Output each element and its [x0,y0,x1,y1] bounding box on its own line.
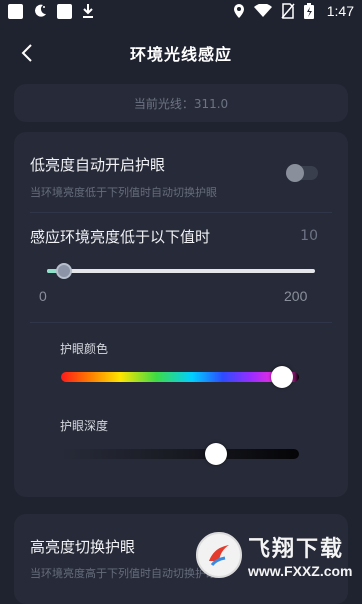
watermark-text: 飞翔下载 www.FXXZ.com [248,531,353,579]
high-brightness-title: 高亮度切换护眼 [30,538,136,556]
divider [30,322,332,323]
watermark: 飞翔下载 www.FXXZ.com [196,522,362,587]
low-brightness-subtitle: 当环境亮度低于下列值时自动切换护眼 [30,186,217,199]
status-bar-left [8,3,95,19]
eye-protection-settings-card: 低亮度自动开启护眼 当环境亮度低于下列值时自动切换护眼 感应环境亮度低于以下值时… [14,132,348,497]
chevron-left-icon [21,44,32,62]
toggle-knob [286,164,304,182]
threshold-min-label: 0 [39,288,47,304]
square-icon [8,3,23,19]
depth-label: 护眼深度 [60,419,109,433]
no-sim-icon [281,3,295,19]
threshold-slider-thumb[interactable] [56,263,73,279]
page-title: 环境光线感应 [129,45,232,64]
status-bar: 1:47 [0,0,362,22]
depth-slider[interactable] [61,443,299,465]
status-bar-right: 1:47 [233,3,354,19]
location-icon [233,3,245,19]
depth-slider-thumb[interactable] [204,443,227,465]
watermark-logo [196,531,242,578]
back-button[interactable] [14,40,40,66]
color-slider[interactable] [61,366,299,388]
square-icon [57,3,72,19]
watermark-cn: 飞翔下载 [248,536,345,562]
divider [30,212,332,213]
threshold-value: 10 [300,228,318,244]
wifi-icon [253,4,272,18]
battery-charging-icon [303,3,314,19]
threshold-slider[interactable] [47,263,315,279]
threshold-title: 感应环境亮度低于以下值时 [30,228,211,246]
threshold-max-label: 200 [284,288,308,304]
header: 环境光线感应 [0,30,362,76]
high-brightness-subtitle: 当环境亮度高于下列值时自动切换护眼 [30,567,217,580]
low-brightness-title: 低亮度自动开启护眼 [30,156,166,174]
color-label: 护眼颜色 [60,342,109,356]
current-light-text: 当前光线：311.0 [133,96,229,111]
color-slider-thumb[interactable] [271,366,294,388]
moon-icon [32,3,48,19]
low-brightness-toggle[interactable] [286,164,318,182]
current-light-card: 当前光线：311.0 [14,84,348,122]
watermark-en: www.FXXZ.com [248,562,353,579]
download-icon [81,3,95,19]
status-time: 1:47 [326,3,354,19]
